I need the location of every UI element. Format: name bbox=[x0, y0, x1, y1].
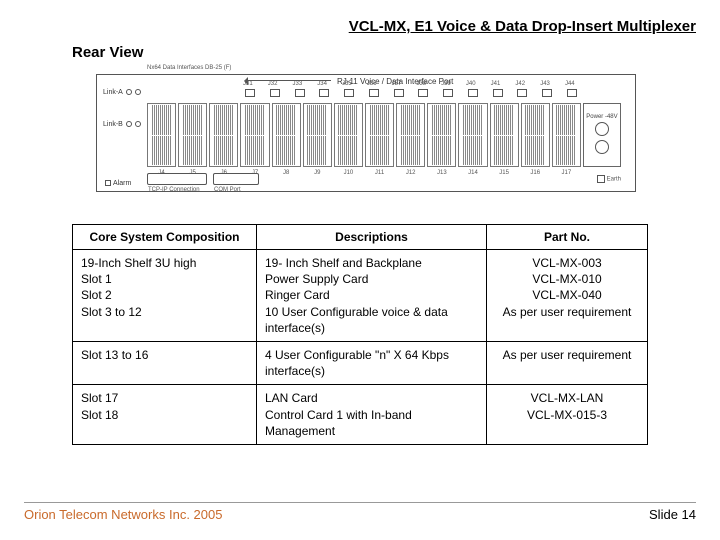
card-slot: J5 bbox=[178, 103, 207, 167]
rj-port bbox=[493, 89, 503, 97]
card-slot: J16 bbox=[521, 103, 550, 167]
table-cell: 19- Inch Shelf and Backplane Power Suppl… bbox=[257, 250, 487, 342]
card-slot: J7 bbox=[240, 103, 269, 167]
section-title: Rear View bbox=[72, 44, 143, 61]
led-icon bbox=[135, 121, 141, 127]
rj-port bbox=[344, 89, 354, 97]
rj-port bbox=[418, 89, 428, 97]
table-row: Slot 17 Slot 18LAN Card Control Card 1 w… bbox=[73, 385, 648, 445]
card-slot: J17 bbox=[552, 103, 581, 167]
page-title: VCL-MX, E1 Voice & Data Drop-Insert Mult… bbox=[24, 18, 696, 35]
rj-port-row bbox=[245, 89, 577, 99]
card-slot: J6 bbox=[209, 103, 238, 167]
slot-row: J4J5J6J7J8J9J10J11J12J13J14J15J16J17Powe… bbox=[147, 103, 621, 167]
table-cell: LAN Card Control Card 1 with In-band Man… bbox=[257, 385, 487, 445]
card-slot: J4 bbox=[147, 103, 176, 167]
table-cell: 4 User Configurable "n" X 64 Kbps interf… bbox=[257, 341, 487, 384]
rear-view-diagram: RJ-11 Voice / Data Interface Port Link-A… bbox=[96, 74, 636, 192]
table-cell: VCL-MX-LAN VCL-MX-015-3 bbox=[487, 385, 648, 445]
card-slot: J13 bbox=[427, 103, 456, 167]
tcp-ip-connector bbox=[147, 173, 207, 185]
footer: Orion Telecom Networks Inc. 2005 Slide 1… bbox=[24, 502, 696, 522]
led-icon bbox=[126, 121, 132, 127]
alarm-led-icon bbox=[105, 180, 111, 186]
link-b-label: Link-B bbox=[103, 121, 141, 128]
rj-port bbox=[468, 89, 478, 97]
led-icon bbox=[135, 89, 141, 95]
composition-table: Core System Composition Descriptions Par… bbox=[72, 224, 648, 445]
alarm-label: Alarm bbox=[105, 180, 131, 187]
rj-port bbox=[270, 89, 280, 97]
earth-icon bbox=[597, 175, 605, 183]
table-cell: VCL-MX-003 VCL-MX-010 VCL-MX-040 As per … bbox=[487, 250, 648, 342]
rj-port bbox=[517, 89, 527, 97]
rj-port bbox=[295, 89, 305, 97]
table-cell: 19-Inch Shelf 3U high Slot 1 Slot 2 Slot… bbox=[73, 250, 257, 342]
rj-port bbox=[394, 89, 404, 97]
card-slot: J10 bbox=[334, 103, 363, 167]
col-header-composition: Core System Composition bbox=[73, 225, 257, 250]
com-port-connector bbox=[213, 173, 259, 185]
power-slot: Power -48V bbox=[583, 103, 621, 167]
bottom-connectors: Earth bbox=[147, 170, 621, 188]
card-slot: J12 bbox=[396, 103, 425, 167]
col-header-descriptions: Descriptions bbox=[257, 225, 487, 250]
earth-label: Earth bbox=[597, 175, 621, 183]
table-cell: Slot 13 to 16 bbox=[73, 341, 257, 384]
table-row: 19-Inch Shelf 3U high Slot 1 Slot 2 Slot… bbox=[73, 250, 648, 342]
rj-port bbox=[567, 89, 577, 97]
rj-port bbox=[542, 89, 552, 97]
card-slot: J11 bbox=[365, 103, 394, 167]
link-a-label: Link-A bbox=[103, 89, 141, 96]
company-label: Orion Telecom Networks Inc. 2005 bbox=[24, 507, 222, 522]
table-cell: As per user requirement bbox=[487, 341, 648, 384]
table-header-row: Core System Composition Descriptions Par… bbox=[73, 225, 648, 250]
card-slot: J14 bbox=[458, 103, 487, 167]
slide-number: Slide 14 bbox=[649, 507, 696, 522]
card-slot: J8 bbox=[272, 103, 301, 167]
rj-port bbox=[369, 89, 379, 97]
table-cell: Slot 17 Slot 18 bbox=[73, 385, 257, 445]
card-slot: J15 bbox=[490, 103, 519, 167]
card-slot: J9 bbox=[303, 103, 332, 167]
rj-port bbox=[319, 89, 329, 97]
data-interfaces-label: Nx64 Data Interfaces DB-25 (F) bbox=[147, 65, 231, 71]
rj-port bbox=[245, 89, 255, 97]
rj-port bbox=[443, 89, 453, 97]
col-header-partno: Part No. bbox=[487, 225, 648, 250]
table-row: Slot 13 to 164 User Configurable "n" X 6… bbox=[73, 341, 648, 384]
led-icon bbox=[126, 89, 132, 95]
